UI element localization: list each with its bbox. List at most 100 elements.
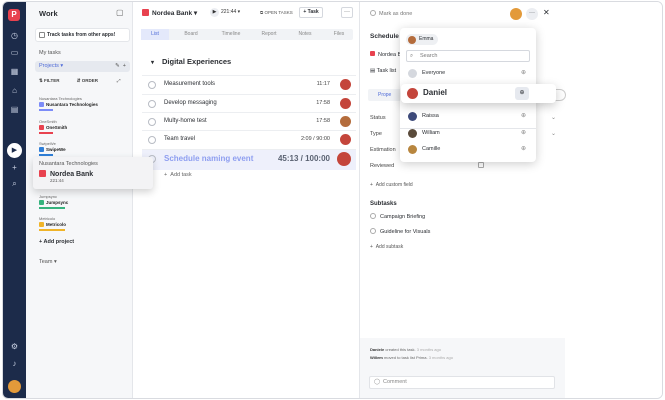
project-color-icon: [142, 9, 149, 16]
projects-section[interactable]: Projects ▾ ✎ +: [35, 61, 130, 72]
assignee-avatar[interactable]: [340, 134, 351, 145]
search-icon[interactable]: ⌕: [8, 177, 21, 190]
add-task-link[interactable]: + Add task: [164, 172, 192, 178]
folder-icon[interactable]: ▭: [8, 46, 21, 59]
project-item[interactable]: Nusantara Technologies Nusantara Technol…: [39, 96, 98, 111]
task-row[interactable]: Multy-home test 17:58: [142, 112, 356, 131]
subtask-item[interactable]: Guideline for Visuals: [370, 228, 430, 235]
mark-as-done-button[interactable]: Mark as done: [370, 10, 412, 17]
inbox-icon[interactable]: ⌂: [8, 84, 21, 97]
task-name: Team travel: [164, 136, 196, 142]
close-icon[interactable]: ✕: [543, 8, 550, 17]
collapse-sidebar-icon[interactable]: ▢: [116, 8, 124, 17]
my-tasks-link[interactable]: My tasks: [39, 50, 61, 56]
complete-checkbox[interactable]: [148, 136, 156, 144]
complete-checkbox[interactable]: [148, 118, 156, 126]
task-name: Measurement tools: [164, 81, 216, 87]
tab-properties[interactable]: Prope: [378, 89, 391, 101]
add-user-icon[interactable]: ⊕: [515, 87, 529, 100]
assignee-option[interactable]: Raissa ⊕: [406, 110, 530, 122]
project-item[interactable]: Jumpsync Jumpsync: [39, 194, 68, 209]
project-item[interactable]: SwipeWe SwipeWe: [39, 141, 66, 156]
task-row[interactable]: Team travel 2:09 / 90:00: [142, 130, 356, 149]
task-row[interactable]: Measurement tools 11:17: [142, 75, 356, 94]
assignee-avatar[interactable]: [340, 79, 351, 90]
task-project[interactable]: Nordea B: [370, 51, 401, 58]
assignee-avatar[interactable]: [340, 98, 351, 109]
tab-list[interactable]: List: [141, 29, 169, 40]
activity-entry: Daniele created this task. 3 months ago: [370, 347, 441, 352]
drag-card-org: Nusantara Technologies: [39, 161, 98, 167]
settings-icon[interactable]: ⚙: [8, 340, 21, 353]
calendar-icon[interactable]: ▦: [8, 65, 21, 78]
expand-icon[interactable]: ⤢: [117, 78, 121, 83]
project-color-icon: [39, 170, 46, 177]
team-section[interactable]: Team ▾: [39, 259, 57, 265]
project-item[interactable]: Metricolo Metricolo: [39, 216, 66, 231]
subtasks-heading: Subtasks: [370, 201, 397, 207]
track-tasks-banner[interactable]: Track tasks from other apps!: [35, 28, 130, 42]
task-time: 2:09 / 90:00: [300, 136, 330, 142]
order-button[interactable]: ⇵ ORDER: [77, 78, 106, 83]
task-name: Schedule naming event: [164, 154, 254, 163]
assignee-avatar[interactable]: [510, 8, 522, 20]
project-color-icon: [370, 51, 375, 56]
drag-card-name: Nordea Bank: [39, 170, 147, 178]
add-subtask-button[interactable]: + Add subtask: [370, 244, 403, 250]
avatar: [408, 129, 417, 138]
filter-button[interactable]: ⇅ FILTER: [39, 78, 67, 83]
selected-assignee-chip[interactable]: Emma: [406, 34, 439, 45]
drag-card-time: 221:44: [50, 178, 64, 183]
assignee-option[interactable]: Camille ⊕: [406, 143, 530, 155]
avatar: [408, 35, 416, 44]
task-group-header[interactable]: ▾ Digital Experiences: [151, 57, 231, 66]
project-title[interactable]: Nordea Bank ▾: [142, 9, 197, 17]
more-options-button[interactable]: ···: [341, 7, 353, 18]
tab-files[interactable]: Files: [325, 29, 353, 40]
add-user-icon: ⊕: [520, 130, 526, 136]
avatar: [408, 145, 417, 154]
check-circle-icon: [370, 10, 376, 16]
tab-board[interactable]: Board: [177, 29, 205, 40]
chevron-down-icon[interactable]: ⌄: [551, 130, 556, 137]
projects-actions[interactable]: ✎ +: [115, 61, 126, 72]
more-options-button[interactable]: ···: [526, 8, 538, 20]
task-row[interactable]: Develop messaging 17:58: [142, 94, 356, 113]
assignee-option[interactable]: William ⊕: [406, 127, 530, 139]
complete-checkbox[interactable]: [148, 81, 156, 89]
clock-icon[interactable]: ◷: [8, 29, 21, 42]
app-logo[interactable]: P: [8, 9, 20, 21]
assignee-option-everyone[interactable]: Everyone ⊕: [406, 67, 530, 79]
add-project-button[interactable]: + Add project: [39, 239, 74, 245]
chevron-down-icon[interactable]: ⌄: [551, 114, 556, 121]
search-icon: ⌕: [410, 53, 414, 59]
task-row-selected[interactable]: Schedule naming event 45:13 / 100:00: [142, 149, 356, 170]
task-time: 11:17: [316, 81, 330, 87]
add-icon[interactable]: +: [8, 161, 21, 174]
project-timer[interactable]: ▶ 221:44 ▾: [210, 8, 240, 17]
assignee-option-highlighted[interactable]: Daniel ⊕: [401, 84, 556, 103]
subtask-item[interactable]: Campaign Briefing: [370, 213, 425, 220]
add-custom-field-button[interactable]: + Add custom field: [370, 182, 413, 188]
user-avatar[interactable]: [8, 380, 21, 393]
task-list-field[interactable]: ▤ Task list: [370, 68, 396, 74]
timer-play-icon[interactable]: ▶: [7, 143, 22, 158]
comment-input[interactable]: ◯ Comment: [369, 376, 555, 389]
project-item[interactable]: OneSmith OneSmith: [39, 119, 67, 134]
tab-timeline[interactable]: Timeline: [213, 29, 249, 40]
bell-icon[interactable]: ♪: [8, 357, 21, 370]
add-task-button[interactable]: + Task: [299, 7, 323, 18]
dragged-project-card[interactable]: Nusantara Technologies Nordea Bank 221:4…: [33, 157, 153, 189]
tab-report[interactable]: Report: [254, 29, 284, 40]
complete-checkbox[interactable]: [148, 100, 156, 108]
check-circle-icon: [370, 213, 376, 219]
assignee-avatar[interactable]: [337, 152, 351, 166]
comment-icon: ◯: [374, 379, 381, 385]
report-icon[interactable]: ▤: [8, 103, 21, 116]
field-estimation: Estimation: [370, 147, 396, 153]
reviewed-checkbox[interactable]: [478, 162, 484, 168]
tab-notes[interactable]: Notes: [291, 29, 319, 40]
open-tasks-filter[interactable]: ⧉ OPEN TASKS: [260, 10, 293, 15]
assignee-avatar[interactable]: [340, 116, 351, 127]
assignee-search-input[interactable]: ⌕ Search: [406, 50, 530, 62]
